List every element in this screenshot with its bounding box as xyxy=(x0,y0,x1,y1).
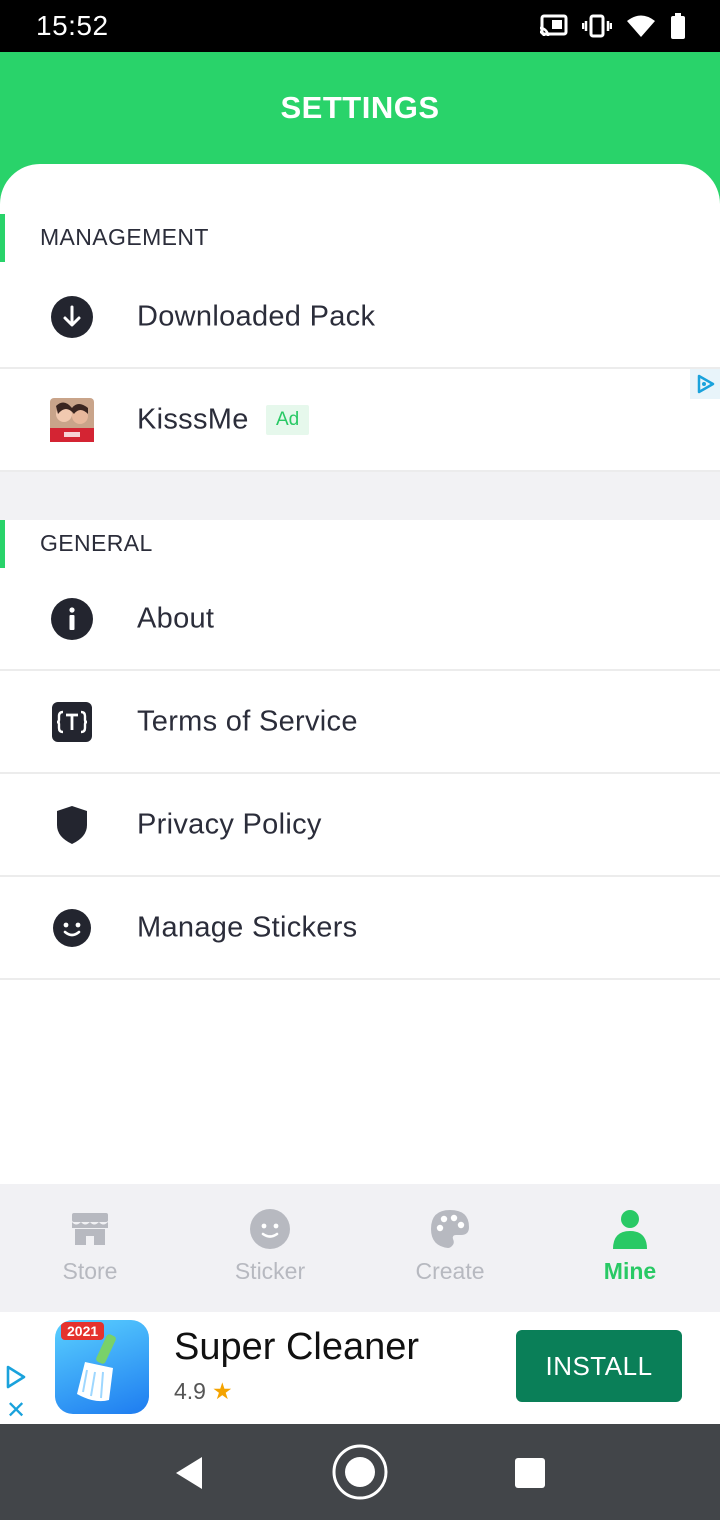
settings-item-manage-stickers[interactable]: Manage Stickers xyxy=(0,877,720,980)
nav-item-create[interactable]: Create xyxy=(360,1184,540,1312)
nav-label: Sticker xyxy=(234,1258,306,1284)
recents-icon[interactable] xyxy=(505,1448,555,1498)
section-general: GENERAL xyxy=(0,520,720,568)
settings-item-label: Privacy Policy xyxy=(137,808,322,840)
settings-item-label: About xyxy=(137,602,215,634)
status-icons xyxy=(538,12,686,40)
kissme-app-icon xyxy=(50,397,94,442)
install-button[interactable]: INSTALL xyxy=(516,1330,682,1402)
system-nav-bar xyxy=(0,1424,720,1520)
section-accent-bar xyxy=(0,520,5,568)
smiley-icon xyxy=(250,1209,290,1249)
status-time: 15:52 xyxy=(36,10,109,41)
settings-item-label: Terms of Service xyxy=(137,705,358,737)
ad-title: Super Cleaner xyxy=(174,1326,420,1368)
info-icon xyxy=(51,597,93,640)
rating-value: 4.9 xyxy=(174,1378,206,1404)
nav-label: Create xyxy=(415,1258,485,1284)
person-icon xyxy=(613,1210,647,1249)
page-title: SETTINGS xyxy=(280,90,440,125)
palette-icon xyxy=(431,1210,469,1248)
nav-item-store[interactable]: Store xyxy=(0,1184,180,1312)
nav-item-mine[interactable]: Mine xyxy=(540,1184,720,1312)
nav-item-sticker[interactable]: Sticker xyxy=(180,1184,360,1312)
store-icon xyxy=(72,1213,108,1245)
broom-icon xyxy=(77,1334,116,1402)
status-bar: 15:52 xyxy=(0,0,720,52)
smiley-icon xyxy=(53,908,91,947)
terms-icon xyxy=(52,701,92,742)
settings-item-privacy-policy[interactable]: Privacy Policy xyxy=(0,774,720,877)
ad-banner[interactable]: ✕ 2021 Super Cleaner 4.9 ★ INSTALL xyxy=(0,1312,720,1424)
section-divider xyxy=(0,472,720,520)
cast-icon xyxy=(539,14,568,37)
nav-label: Mine xyxy=(603,1258,657,1284)
ad-item-kissme[interactable]: KisssMe Ad xyxy=(0,369,720,472)
home-icon[interactable] xyxy=(331,1443,389,1501)
ad-badge: Ad xyxy=(266,404,310,435)
settings-content: MANAGEMENT Downloaded Pack KisssMe Ad GE… xyxy=(0,164,720,1184)
ad-item-label: KisssMe xyxy=(137,403,249,435)
vibrate-icon xyxy=(582,14,612,38)
section-management: MANAGEMENT xyxy=(0,214,720,262)
battery-icon xyxy=(671,13,685,39)
settings-item-label: Downloaded Pack xyxy=(137,300,376,332)
settings-item-label: Manage Stickers xyxy=(137,911,358,943)
adchoices-icon[interactable] xyxy=(690,369,720,399)
nav-label: Store xyxy=(62,1258,118,1284)
section-label: GENERAL xyxy=(40,530,153,556)
super-cleaner-app-icon: 2021 xyxy=(55,1320,149,1414)
settings-item-about[interactable]: About xyxy=(0,568,720,671)
adchoices-icon[interactable] xyxy=(4,1364,28,1390)
star-icon: ★ xyxy=(211,1378,233,1404)
download-icon xyxy=(51,295,93,338)
bottom-nav: Store Sticker Create Mine xyxy=(0,1184,720,1312)
section-label: MANAGEMENT xyxy=(40,224,209,250)
settings-item-downloaded-pack[interactable]: Downloaded Pack xyxy=(0,266,720,369)
settings-item-terms-of-service[interactable]: Terms of Service xyxy=(0,671,720,774)
shield-icon xyxy=(57,805,87,844)
section-accent-bar xyxy=(0,214,5,262)
back-icon[interactable] xyxy=(164,1448,214,1498)
ad-rating: 4.9 ★ xyxy=(174,1378,233,1405)
wifi-icon xyxy=(627,15,655,37)
close-icon[interactable]: ✕ xyxy=(6,1396,26,1425)
